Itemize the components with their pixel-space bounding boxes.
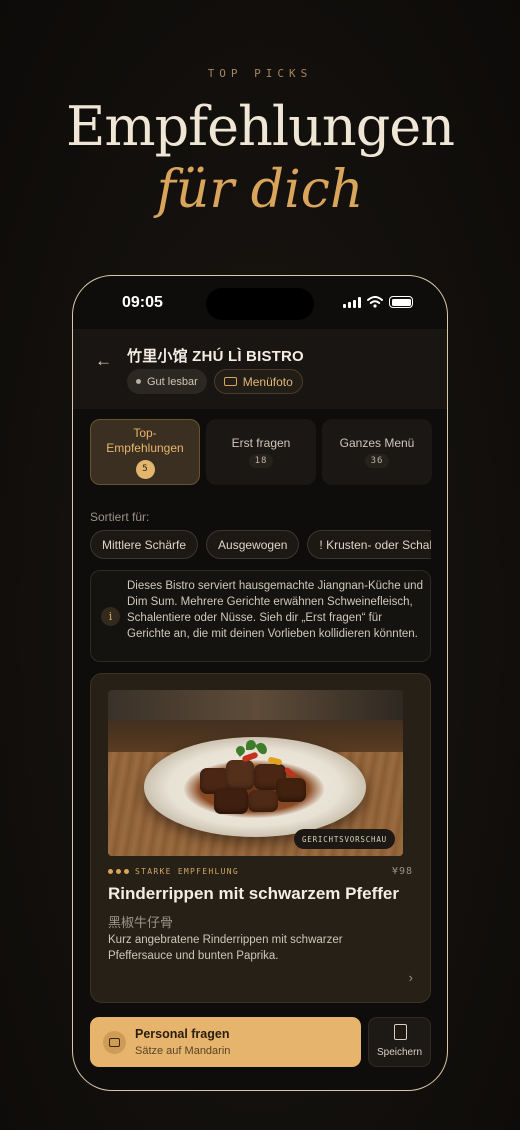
dynamic-island [206, 288, 314, 320]
info-banner: i Dieses Bistro serviert hausgemachte Ji… [90, 570, 431, 662]
chip-spice-level[interactable]: Mittlere Schärfe [90, 530, 199, 559]
signal-icon [343, 296, 361, 308]
photo-rib [248, 790, 278, 812]
photo-rib [214, 788, 248, 814]
tab-count: 36 [364, 454, 390, 468]
dish-photo: GERICHTSVORSCHAU [108, 690, 403, 856]
chip-balanced[interactable]: Ausgewogen [206, 530, 300, 559]
hero-eyebrow: TOP PICKS [207, 67, 313, 80]
hero-title: Empfehlungen [65, 95, 455, 158]
tab-ask-first[interactable]: Erst fragen 18 [206, 419, 316, 485]
tab-bar: Top- Empfehlungen 5 Erst fragen 18 Ganze… [90, 419, 432, 485]
restaurant-name: 竹里小馆 ZHÚ LÌ BISTRO [127, 348, 304, 365]
status-icons [343, 296, 413, 308]
arrow-left-icon[interactable]: ← [95, 351, 112, 371]
sort-chips: Mittlere Schärfe Ausgewogen ! Krusten- o… [90, 530, 431, 560]
menu-photo-label: Menüfoto [242, 374, 293, 389]
phone-frame: 09:05 ← 竹里小馆 ZHÚ LÌ BISTRO Gut lesbar Me… [72, 275, 448, 1091]
photo-background [108, 690, 403, 720]
menu-photo-button[interactable]: Menüfoto [213, 369, 303, 394]
recommendation-strength: STARKE EMPFEHLUNG [108, 867, 239, 876]
sort-label: Sortiert für: [90, 510, 150, 524]
save-button[interactable]: Speichern [368, 1017, 431, 1067]
dish-card[interactable]: GERICHTSVORSCHAU STARKE EMPFEHLUNG ¥98 R… [90, 673, 431, 1003]
bookmark-icon [394, 1024, 407, 1040]
tab-count: 18 [248, 454, 274, 468]
battery-icon [389, 296, 413, 308]
tab-full-menu[interactable]: Ganzes Menü 36 [322, 419, 432, 485]
wifi-icon [367, 296, 383, 308]
dish-chinese-name: 黑椒牛仔骨 [108, 915, 174, 930]
photo-rib [276, 778, 306, 802]
photo-preview-badge: GERICHTSVORSCHAU [293, 829, 395, 849]
info-icon: i [101, 607, 120, 626]
status-bar: 09:05 [73, 276, 447, 330]
chat-bubble-icon [103, 1031, 126, 1054]
save-label: Speichern [376, 1047, 423, 1058]
ask-staff-title: Personal fragen [135, 1027, 230, 1041]
tab-label: Erst fragen [231, 436, 291, 450]
chevron-right-icon[interactable]: › [409, 970, 413, 985]
strength-dots-icon [108, 869, 129, 874]
info-text: Dieses Bistro serviert hausgemachte Jian… [127, 580, 423, 640]
restaurant-header: ← 竹里小馆 ZHÚ LÌ BISTRO Gut lesbar Menüfoto [73, 329, 447, 409]
tab-count: 5 [135, 459, 155, 479]
header-tags: Gut lesbar Menüfoto [127, 369, 303, 394]
tab-top-recommendations[interactable]: Top- Empfehlungen 5 [90, 419, 200, 485]
dish-name: Rinderrippen mit schwarzem Pfeffer [108, 884, 399, 903]
dish-description: Kurz angebratene Rinderrippen mit schwar… [108, 934, 343, 962]
dot-icon [136, 379, 141, 384]
ask-staff-button[interactable]: Personal fragen Sätze auf Mandarin [90, 1017, 361, 1067]
recommendation-label: STARKE EMPFEHLUNG [135, 867, 239, 876]
status-time: 09:05 [122, 294, 163, 311]
recommendation-row: STARKE EMPFEHLUNG ¥98 [108, 866, 413, 877]
tab-label: Ganzes Menü [339, 436, 415, 450]
dish-price: ¥98 [391, 866, 413, 877]
readability-tag-label: Gut lesbar [147, 375, 198, 388]
photo-rib [226, 760, 254, 790]
readability-tag: Gut lesbar [127, 369, 207, 394]
tab-label: Top- Empfehlungen [106, 425, 184, 455]
hero-subtitle: für dich [156, 160, 364, 220]
chip-shellfish-warning[interactable]: ! Krusten- oder Schalen [307, 530, 431, 559]
ask-staff-subtitle: Sätze auf Mandarin [135, 1045, 231, 1057]
image-icon [223, 377, 237, 386]
